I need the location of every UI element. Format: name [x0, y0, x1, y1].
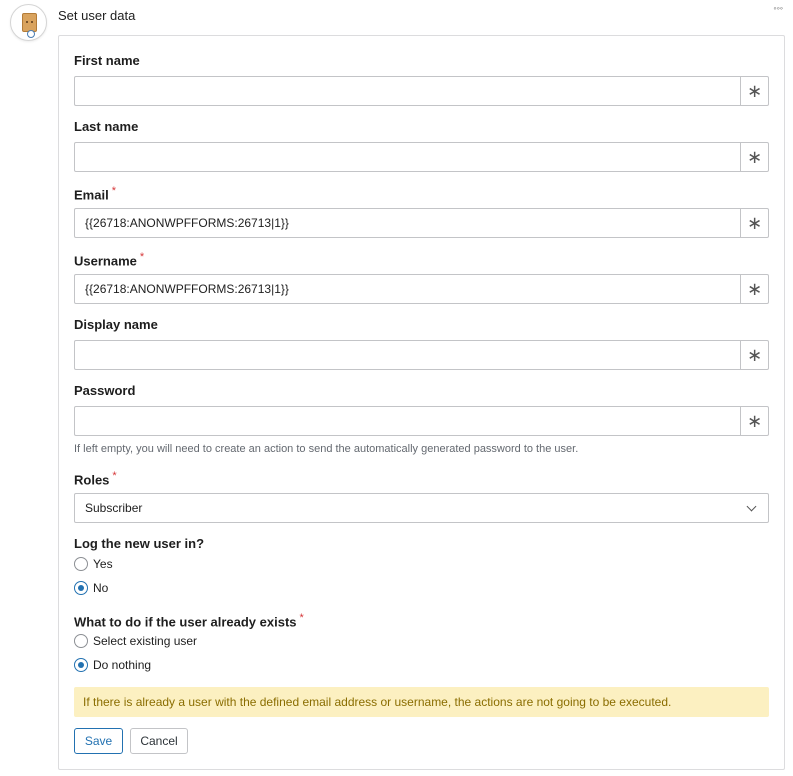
roles-select[interactable]: Subscriber [74, 493, 769, 523]
cancel-button[interactable]: Cancel [130, 728, 188, 754]
asterisk-icon[interactable]: ∗ [740, 275, 768, 303]
required-mark: * [139, 251, 145, 263]
asterisk-icon[interactable]: ∗ [740, 407, 768, 435]
form-card: First name ∗ Last name ∗ Email * {{26718:… [58, 35, 785, 770]
radio-button-checked[interactable] [74, 581, 88, 595]
radio-label: No [93, 581, 109, 595]
roles-selected-value: Subscriber [85, 501, 143, 515]
radio-label: Select existing user [93, 634, 198, 648]
radio-button-checked[interactable] [74, 658, 88, 672]
last-name-input[interactable] [75, 143, 740, 171]
asterisk-icon[interactable]: ∗ [740, 77, 768, 105]
radio-label: Yes [93, 557, 113, 571]
email-field[interactable]: {{26718:ANONWPFFORMS:26713|1}} ∗ [74, 208, 769, 238]
display-name-label: Display name [74, 317, 158, 332]
radio-button[interactable] [74, 634, 88, 648]
password-label: Password [74, 383, 136, 398]
first-name-field[interactable]: ∗ [74, 76, 769, 106]
asterisk-icon[interactable]: ∗ [740, 341, 768, 369]
avatar [10, 4, 47, 41]
more-options-icon[interactable]: ◦◦◦ [773, 3, 783, 13]
last-name-field[interactable]: ∗ [74, 142, 769, 172]
save-button[interactable]: Save [74, 728, 123, 754]
display-name-field[interactable]: ∗ [74, 340, 769, 370]
radio-button[interactable] [74, 557, 88, 571]
page-title: Set user data [58, 8, 136, 23]
password-input[interactable] [75, 407, 740, 435]
exists-label: What to do if the user already exists * [74, 612, 304, 630]
login-option-yes[interactable]: Yes [74, 557, 113, 571]
required-mark: * [299, 612, 304, 624]
last-name-label: Last name [74, 119, 139, 134]
roles-label: Roles * [74, 470, 117, 488]
asterisk-icon[interactable]: ∗ [740, 143, 768, 171]
required-mark: * [111, 185, 116, 197]
user-icon [27, 30, 35, 38]
first-name-label: First name [74, 53, 140, 68]
required-mark: * [112, 470, 117, 482]
asterisk-icon[interactable]: ∗ [740, 209, 768, 237]
warning-notice: If there is already a user with the defi… [74, 687, 769, 717]
radio-label: Do nothing [93, 658, 152, 672]
email-label: Email * [74, 185, 116, 203]
login-option-no[interactable]: No [74, 581, 108, 595]
email-input[interactable]: {{26718:ANONWPFFORMS:26713|1}} [75, 209, 740, 237]
username-field[interactable]: {{26718:ANONWPFFORMS:26713|1}} ∗ [74, 274, 769, 304]
display-name-input[interactable] [75, 341, 740, 369]
username-label: Username * [74, 251, 145, 269]
chevron-down-icon [746, 501, 757, 511]
login-label: Log the new user in? [74, 536, 205, 551]
exists-option-do-nothing[interactable]: Do nothing [74, 658, 151, 672]
password-field[interactable]: ∗ [74, 406, 769, 436]
username-input[interactable]: {{26718:ANONWPFFORMS:26713|1}} [75, 275, 740, 303]
exists-option-select-existing[interactable]: Select existing user [74, 634, 197, 648]
first-name-input[interactable] [75, 77, 740, 105]
password-help-text: If left empty, you will need to create a… [74, 443, 579, 455]
